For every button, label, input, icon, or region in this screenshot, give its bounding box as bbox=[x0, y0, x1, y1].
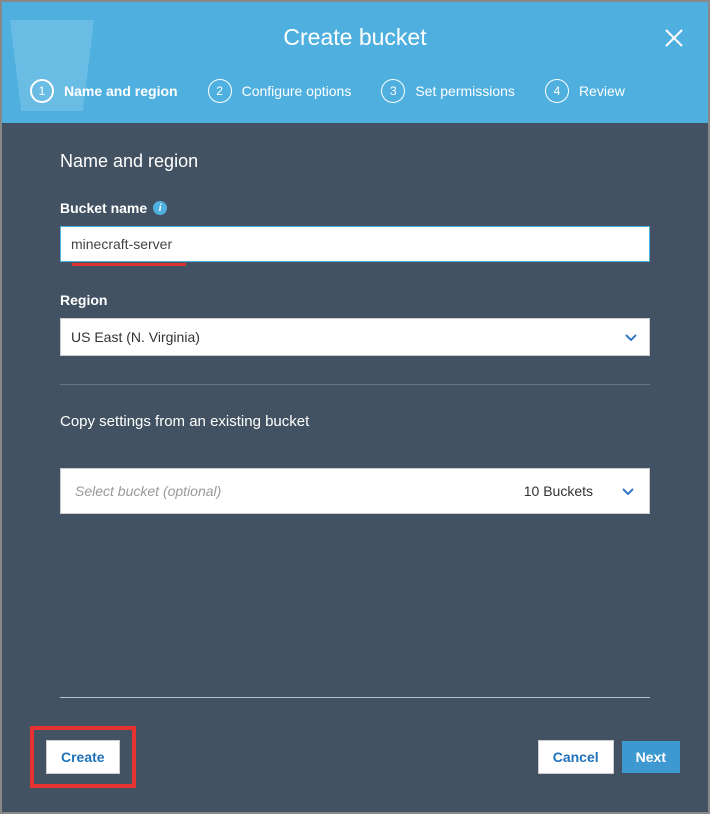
bucket-name-label: Bucket name i bbox=[60, 200, 650, 216]
step-review[interactable]: 4 Review bbox=[545, 79, 625, 103]
copy-bucket-select[interactable]: Select bucket (optional) 10 Buckets bbox=[60, 468, 650, 514]
create-bucket-modal: Create bucket 1 Name and region 2 Config… bbox=[0, 0, 710, 814]
cancel-button[interactable]: Cancel bbox=[538, 740, 614, 774]
region-label: Region bbox=[60, 292, 650, 308]
step-label: Review bbox=[579, 83, 625, 99]
modal-content: Name and region Bucket name i Region US … bbox=[2, 123, 708, 697]
step-set-permissions[interactable]: 3 Set permissions bbox=[381, 79, 515, 103]
copy-bucket-select-wrap: Select bucket (optional) 10 Buckets bbox=[60, 468, 650, 514]
modal-header: Create bucket 1 Name and region 2 Config… bbox=[2, 2, 708, 123]
region-select-wrap: US East (N. Virginia) bbox=[60, 318, 650, 356]
step-number: 1 bbox=[30, 79, 54, 103]
bucket-count: 10 Buckets bbox=[524, 483, 593, 499]
divider bbox=[60, 384, 650, 385]
footer-buttons: Create Cancel Next bbox=[30, 726, 680, 788]
modal-overlay: Create bucket 1 Name and region 2 Config… bbox=[0, 0, 710, 814]
modal-footer: Create Cancel Next bbox=[2, 697, 708, 812]
step-number: 2 bbox=[208, 79, 232, 103]
section-title: Name and region bbox=[60, 151, 650, 172]
chevron-down-icon bbox=[621, 487, 635, 495]
step-configure-options[interactable]: 2 Configure options bbox=[208, 79, 352, 103]
step-number: 3 bbox=[381, 79, 405, 103]
spellcheck-underline bbox=[72, 263, 186, 266]
next-button[interactable]: Next bbox=[622, 741, 680, 773]
step-label: Configure options bbox=[242, 83, 352, 99]
close-icon bbox=[663, 27, 685, 49]
step-label: Name and region bbox=[64, 83, 178, 99]
step-label: Set permissions bbox=[415, 83, 515, 99]
step-name-region[interactable]: 1 Name and region bbox=[30, 79, 178, 103]
region-value: US East (N. Virginia) bbox=[71, 329, 200, 345]
chevron-down-icon bbox=[624, 328, 638, 346]
wizard-steps: 1 Name and region 2 Configure options 3 … bbox=[2, 61, 708, 123]
close-button[interactable] bbox=[658, 22, 690, 54]
create-button[interactable]: Create bbox=[46, 740, 120, 774]
copy-bucket-placeholder: Select bucket (optional) bbox=[75, 483, 221, 499]
bucket-name-input[interactable] bbox=[60, 226, 650, 262]
create-button-highlight: Create bbox=[30, 726, 136, 788]
right-buttons: Cancel Next bbox=[538, 740, 680, 774]
region-select[interactable]: US East (N. Virginia) bbox=[60, 318, 650, 356]
copy-settings-title: Copy settings from an existing bucket bbox=[60, 413, 650, 430]
step-number: 4 bbox=[545, 79, 569, 103]
footer-divider bbox=[60, 697, 650, 698]
bucket-name-input-wrap bbox=[60, 226, 650, 262]
modal-title: Create bucket bbox=[2, 2, 708, 61]
info-icon[interactable]: i bbox=[153, 201, 167, 215]
